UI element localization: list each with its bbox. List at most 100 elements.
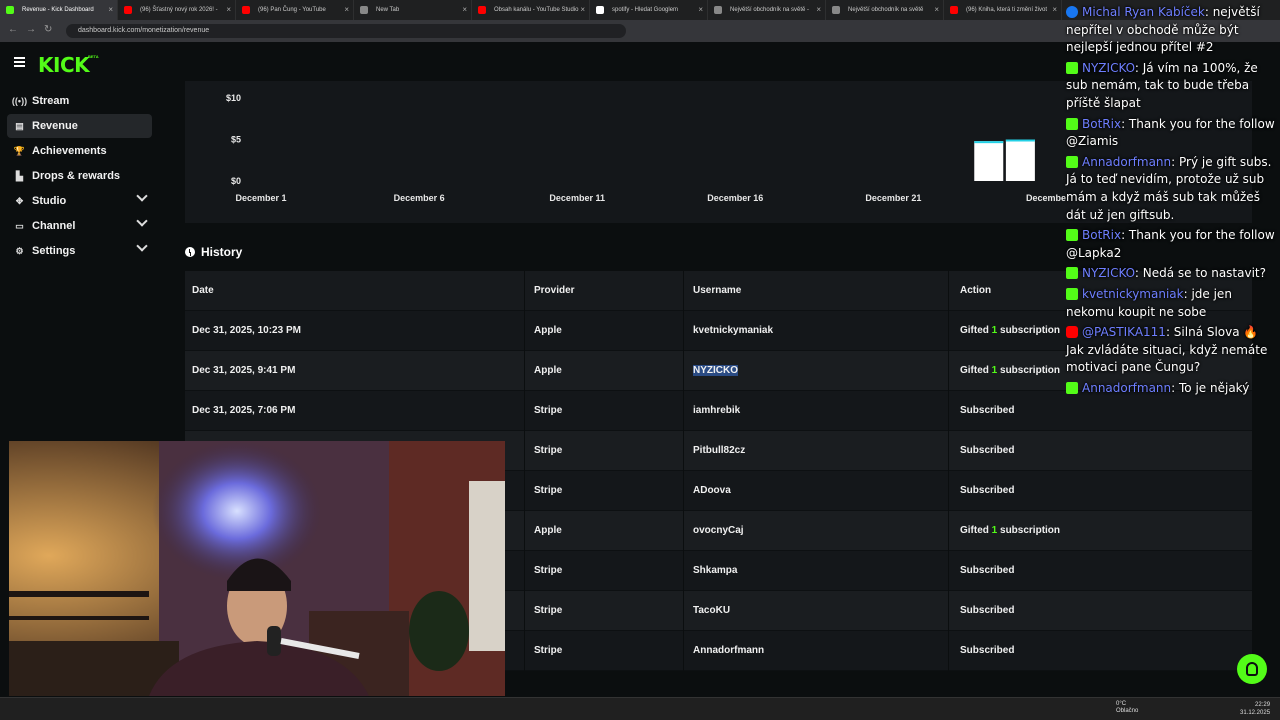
- history-heading: History: [185, 245, 242, 259]
- username-cell[interactable]: NYZICKO: [693, 351, 738, 391]
- web-favicon: [714, 6, 722, 14]
- system-clock[interactable]: 22:29 31.12.2025: [1240, 701, 1270, 717]
- browser-tab[interactable]: (96) Šťastný nový rok 2026! - ×: [118, 0, 236, 20]
- username-column-header[interactable]: Username: [693, 271, 741, 311]
- chat-message: NYZICKO: Já vím na 100%, že sub nemám, t…: [1066, 60, 1278, 113]
- browser-tab[interactable]: (96) Pan Čung - YouTube ×: [236, 0, 354, 20]
- action-text: Gifted: [960, 325, 992, 336]
- date-cell: Dec 31, 2025, 10:23 PM: [192, 325, 301, 336]
- kick-icon: [1066, 381, 1078, 394]
- chrome-favicon: [360, 6, 368, 14]
- weather-widget[interactable]: 0°C Oblačno: [1116, 701, 1138, 715]
- chat-separator: :: [1204, 5, 1213, 19]
- close-tab-icon[interactable]: ×: [934, 0, 939, 20]
- sidebar-item-studio[interactable]: ✥ Studio: [7, 189, 152, 213]
- chevron-down-icon[interactable]: [136, 190, 148, 202]
- chat-text: To je nějaký: [1179, 380, 1250, 395]
- kick-icon: [1066, 267, 1078, 280]
- username-cell[interactable]: Pitbull82cz: [693, 431, 745, 471]
- chat-separator: :: [1134, 266, 1143, 281]
- weather-temp: 0°C: [1116, 701, 1127, 707]
- chat-separator: :: [1121, 228, 1129, 243]
- browser-tab[interactable]: spotify - Hledat Googlem ×: [590, 0, 708, 20]
- chat-message: Michal Ryan Kabíček: největší nepřítel v…: [1066, 4, 1278, 57]
- chat-separator: :: [1121, 116, 1129, 131]
- action-cell: Subscribed: [960, 391, 1014, 431]
- chat-separator: :: [1171, 380, 1180, 395]
- y-tick-label: $10: [226, 93, 241, 103]
- close-tab-icon[interactable]: ×: [816, 0, 821, 20]
- action-suffix: subscription: [997, 325, 1061, 336]
- chat-separator: :: [1134, 60, 1143, 75]
- youtube-icon: [1066, 326, 1078, 339]
- provider-cell: Stripe: [534, 565, 563, 576]
- history-title: History: [201, 245, 243, 259]
- close-tab-icon[interactable]: ×: [698, 0, 703, 20]
- username-text: NYZICKO: [693, 365, 738, 376]
- browser-tab[interactable]: Revenue - Kick Dashboard ×: [0, 0, 118, 20]
- browser-tab[interactable]: (96) Kniha, která ti změní život ×: [944, 0, 1062, 20]
- username-cell[interactable]: TacoKU: [693, 591, 730, 631]
- chevron-down-icon[interactable]: [136, 240, 148, 252]
- kick-icon: [1066, 155, 1078, 168]
- close-tab-icon[interactable]: ×: [580, 0, 585, 20]
- youtube-favicon: [242, 6, 250, 14]
- browser-tab[interactable]: Obsah kanálu - YouTube Studio ×: [472, 0, 590, 20]
- close-tab-icon[interactable]: ×: [1052, 0, 1057, 20]
- close-tab-icon[interactable]: ×: [226, 0, 231, 20]
- address-bar[interactable]: dashboard.kick.com/monetization/revenue: [66, 24, 626, 38]
- reload-icon[interactable]: ↻: [44, 24, 52, 35]
- x-tick-label: December 1: [235, 193, 286, 203]
- sidebar-item-label: Drops & rewards: [32, 170, 121, 182]
- sidebar-item-label: Studio: [32, 195, 67, 207]
- x-tick-label: December 11: [549, 193, 605, 203]
- chat-username: NYZICKO: [1082, 60, 1135, 75]
- revenue-bar[interactable]: [974, 141, 1004, 181]
- action-text: Subscribed: [960, 485, 1015, 496]
- youtube-favicon: [124, 6, 132, 14]
- sidebar-item-label: Achievements: [32, 145, 107, 157]
- sidebar-item-achievements[interactable]: 🏆 Achievements: [7, 139, 152, 163]
- sidebar-item-settings[interactable]: ⚙ Settings: [7, 239, 152, 263]
- browser-tab[interactable]: Největší obchodník na světě - ×: [708, 0, 826, 20]
- username-cell[interactable]: ADoova: [693, 471, 731, 511]
- google-favicon: [596, 6, 604, 14]
- kick-logo[interactable]: KICK: [38, 53, 90, 77]
- provider-cell: Stripe: [534, 405, 563, 416]
- provider-cell: Apple: [534, 365, 562, 376]
- action-text: Subscribed: [960, 565, 1015, 576]
- windows-taskbar: 0°C Oblačno 22:29 31.12.2025: [0, 697, 1280, 720]
- chat-overlay: Michal Ryan Kabíček: největší nepřítel v…: [1066, 4, 1278, 400]
- support-headset-button[interactable]: [1237, 654, 1267, 684]
- action-text: Gifted: [960, 525, 992, 536]
- webcam-overlay: [9, 441, 505, 696]
- close-tab-icon[interactable]: ×: [462, 0, 467, 20]
- close-tab-icon[interactable]: ×: [108, 0, 113, 20]
- close-tab-icon[interactable]: ×: [344, 0, 349, 20]
- chat-username: BotRix: [1082, 116, 1122, 131]
- username-cell[interactable]: Annadorfmann: [693, 631, 764, 671]
- sidebar-item-channel[interactable]: ▭ Channel: [7, 214, 152, 238]
- drops-icon: ▙: [16, 170, 23, 181]
- chevron-down-icon[interactable]: [136, 215, 148, 227]
- weather-desc: Oblačno: [1116, 708, 1139, 714]
- chat-message: BotRix: Thank you for the follow @Lapka2: [1066, 227, 1278, 262]
- username-cell[interactable]: kvetnickymaniak: [693, 311, 773, 351]
- menu-icon[interactable]: [14, 57, 25, 67]
- forward-icon[interactable]: →: [26, 24, 36, 35]
- username-cell[interactable]: iamhrebik: [693, 391, 740, 431]
- browser-tab[interactable]: Největší obchodník na světě ×: [826, 0, 944, 20]
- date-column-header[interactable]: Date: [192, 271, 214, 311]
- provider-column-header[interactable]: Provider: [534, 271, 575, 311]
- sidebar-item-revenue[interactable]: ▤ Revenue: [7, 114, 152, 138]
- sidebar-item-drops-rewards[interactable]: ▙ Drops & rewards: [7, 164, 152, 188]
- sidebar-item-stream[interactable]: ((•)) Stream: [7, 89, 152, 113]
- chat-message: NYZICKO: Nedá se to nastavit?: [1066, 265, 1278, 283]
- username-cell[interactable]: ovocnyCaj: [693, 511, 744, 551]
- action-column-header[interactable]: Action: [960, 271, 991, 311]
- revenue-bar[interactable]: [1005, 139, 1035, 182]
- browser-tab[interactable]: New Tab ×: [354, 0, 472, 20]
- tab-label: Revenue - Kick Dashboard: [22, 7, 94, 13]
- username-cell[interactable]: Shkampa: [693, 551, 737, 591]
- back-icon[interactable]: ←: [8, 24, 18, 35]
